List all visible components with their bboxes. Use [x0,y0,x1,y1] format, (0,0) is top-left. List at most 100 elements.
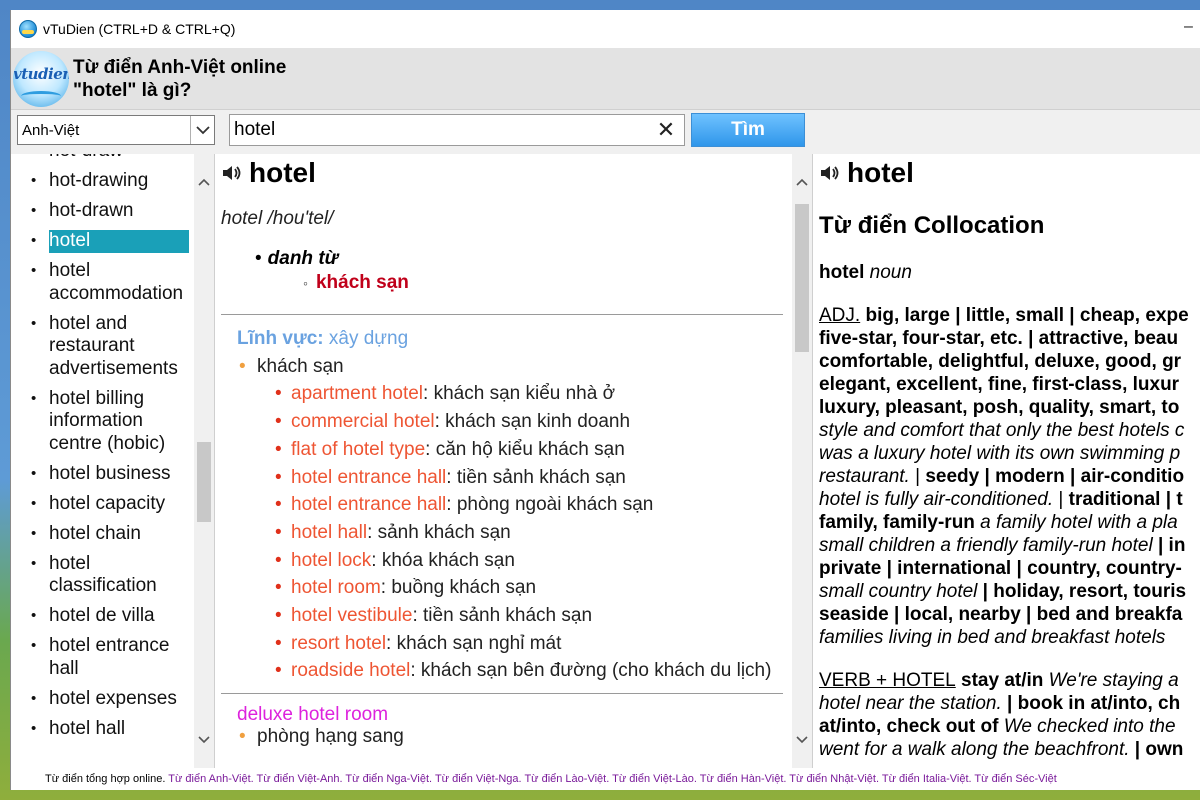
scroll-thumb[interactable] [795,204,809,352]
phrase-term[interactable]: hotel entrance hall [291,494,446,515]
collocation-segment: We checked into the [998,716,1176,737]
head-word: hotel [819,262,865,283]
scroll-thumb[interactable] [197,442,211,522]
phrase-term[interactable]: hotel lock [291,550,371,571]
divider [221,693,783,695]
word-list-item-label: hotel capacity [49,492,166,514]
phrase-term[interactable]: flat of hotel type [291,439,425,460]
phrase-term[interactable]: apartment hotel [291,383,423,404]
collocation-line: went for a walk along the beachfront. | … [819,738,1200,761]
adj-collocations: ADJ. big, large | little, small | cheap,… [819,304,1200,649]
footer-links[interactable]: Từ điển Anh-Việt. Từ điển Việt-Anh. Từ đ… [168,773,1057,785]
phrase-item: flat of hotel type: căn hộ kiểu khách sạ… [275,436,785,464]
word-list-item[interactable]: hotel entrance hall [11,635,193,680]
word-list-item[interactable]: hotel accommodation [11,260,193,305]
phrase-item: commercial hotel: khách sạn kinh doanh [275,408,785,436]
minimize-button[interactable]: – [1184,18,1200,36]
app-icon [19,20,37,38]
collocation-heading: hotel [819,156,1200,190]
speaker-icon[interactable] [221,163,243,183]
collocation-line: small children a friendly family-run hot… [819,534,1200,557]
entry-content: hotel hotel /hou'tel/ • danh từ ◦ khách sạ… [221,156,785,748]
word-list-item[interactable]: hotel [11,230,193,253]
word-list-item-label: hotel hall [49,717,126,739]
dictionary-select[interactable]: Anh-Việt [17,115,215,145]
collocation-segment: | [909,466,926,487]
phrase-meaning: : khách sạn kiểu nhà ở [423,383,616,405]
collocation-label: VERB + HOTEL [819,670,956,691]
search-bar: Anh-Việt ✕ Tìm [11,110,1200,150]
word-list-item[interactable]: hot-drawing [11,170,193,193]
phrase-term[interactable]: hotel entrance hall [291,467,446,488]
word-list-item[interactable]: hot-drawn [11,200,193,223]
main-meaning: khách sạn [315,272,409,293]
collocation-line: families living in bed and breakfast hot… [819,626,1200,649]
collocation-segment: restaurant. [819,466,910,487]
pos-block: • danh từ ◦ khách sạn [255,248,409,293]
word-list-item-label: hotel business [49,462,171,484]
collocation-line: at/into, check out of We checked into th… [819,715,1200,738]
phrase-term[interactable]: hotel room [291,577,381,598]
word-list-item[interactable]: hotel classification [11,553,193,598]
deluxe-sense: phòng hạng sang [237,726,785,748]
entry-panel: hotel hotel /hou'tel/ • danh từ ◦ khách sạ… [215,154,813,768]
speaker-icon[interactable] [819,163,841,183]
dictionary-select-value: Anh-Việt [22,121,80,139]
phrase-item: apartment hotel: khách sạn kiểu nhà ở [275,380,785,408]
clear-icon[interactable]: ✕ [654,116,678,144]
sense: khách sạn [237,353,785,381]
word-list-item[interactable]: hotel capacity [11,493,193,516]
word-list-scrollbar[interactable] [194,154,214,768]
head-pos: noun [869,262,912,283]
collocation-segment: elegant, excellent, fine, first-class, l… [819,374,1180,395]
collocation-word: hotel [847,157,914,188]
collocation-segment: families living in bed and breakfast hot… [819,627,1166,648]
collocation-line: restaurant. | seedy | modern | air-condi… [819,465,1200,488]
phrase-item: hotel entrance hall: tiền sảnh khách sạn [275,464,785,492]
scroll-down-icon[interactable] [194,730,214,750]
word-list-panel: hot-draw hot-drawing hot-drawn hotel hotel a… [11,154,215,768]
collocation-line: private | international | country, count… [819,557,1200,580]
phrase-term[interactable]: roadside hotel [291,660,410,681]
scroll-down-icon[interactable] [792,730,812,750]
collocation-headword: hotel noun [819,262,1200,284]
search-box: ✕ [229,114,685,146]
word-list-item[interactable]: hotel business [11,463,193,486]
phrase-item: hotel vestibule: tiền sảnh khách sạn [275,602,785,630]
collocation-segment: was a luxury hotel with its own swimming… [819,443,1181,464]
word-list-item[interactable]: hotel expenses [11,688,193,711]
scroll-up-icon[interactable] [792,172,812,192]
chevron-down-icon[interactable] [190,116,214,144]
scroll-up-icon[interactable] [194,172,214,192]
phrase-item: roadside hotel: khách sạn bên đường (cho… [275,657,785,685]
collocation-line: elegant, excellent, fine, first-class, l… [819,373,1200,396]
header-question: "hotel" là gì? [73,79,192,101]
word-list-item[interactable]: hotel hall [11,718,193,741]
collocation-segment: | holiday, resort, touris [977,581,1187,602]
word-list-item[interactable]: hot-draw [11,154,193,163]
word-list-item[interactable]: hotel and restaurant advertisements [11,313,193,381]
collocation-segment: stay at/in [955,670,1044,691]
deluxe-term[interactable]: deluxe hotel room [237,704,785,726]
content-panels: hot-draw hot-drawing hot-drawn hotel hotel a… [11,154,1200,768]
entry-scrollbar[interactable] [792,154,812,768]
phrase-term[interactable]: resort hotel [291,633,386,654]
collocation-line: VERB + HOTEL stay at/in We're staying a [819,669,1200,692]
phrase-term[interactable]: hotel vestibule [291,605,412,626]
phrase-item: hotel lock: khóa khách sạn [275,547,785,575]
word-list-item-label: hotel and restaurant advertisements [49,312,178,379]
phrase-term[interactable]: hotel hall [291,522,367,543]
search-input[interactable] [230,116,654,144]
entry-word: hotel [249,157,316,188]
phrase-meaning: : tiền sảnh khách sạn [412,605,593,627]
word-list-item-label: hot-draw [49,154,123,161]
word-list-item[interactable]: hotel billing information centre (hobic) [11,388,193,456]
phrase-term[interactable]: commercial hotel [291,411,435,432]
word-list-item[interactable]: hotel de villa [11,605,193,628]
collocation-line: family, family-run a family hotel with a… [819,511,1200,534]
search-button[interactable]: Tìm [691,113,805,147]
collocation-segment: small country hotel [819,581,978,602]
collocation-segment: went for a walk along the beachfront. [819,739,1130,760]
collocation-line: comfortable, delightful, deluxe, good, g… [819,350,1200,373]
word-list-item[interactable]: hotel chain [11,523,193,546]
